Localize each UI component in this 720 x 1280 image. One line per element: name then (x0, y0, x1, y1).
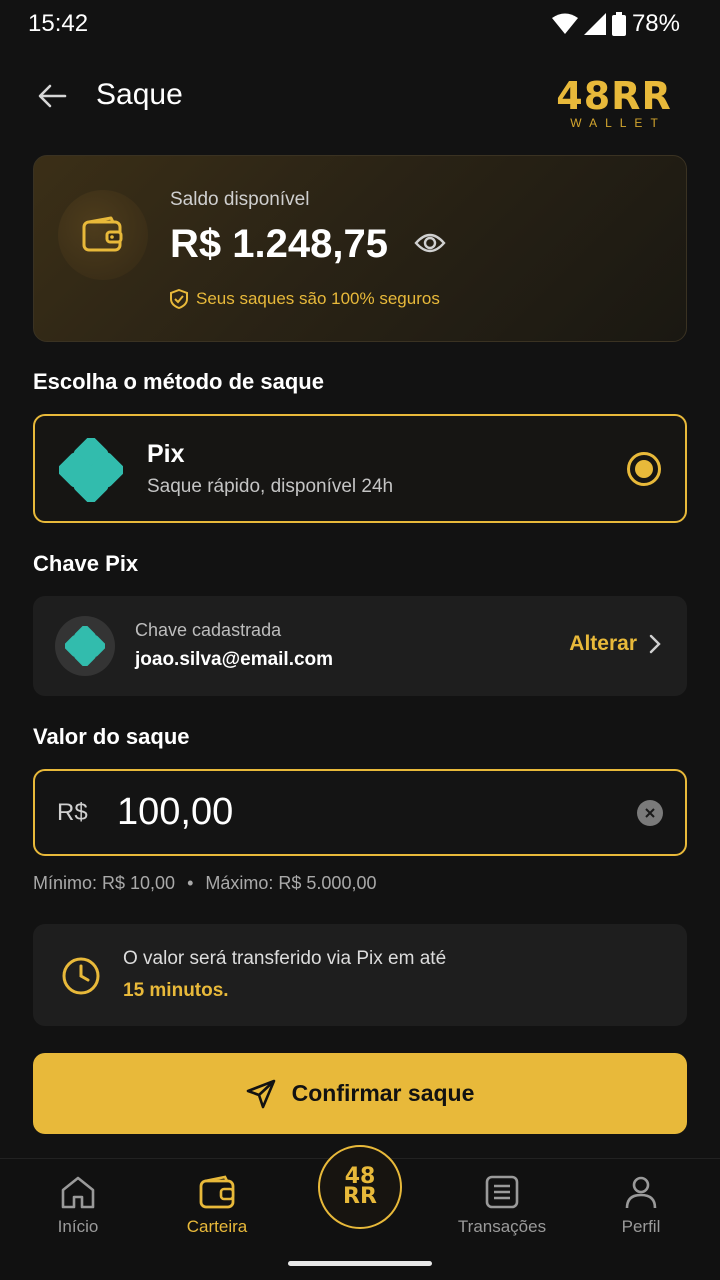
nav-item-home[interactable]: Início (18, 1175, 138, 1237)
nav-center-brand-button[interactable]: 48 RR (318, 1145, 402, 1229)
pix-logo (57, 436, 125, 507)
nav-item-profile[interactable]: Perfil (581, 1175, 701, 1237)
home-indicator[interactable] (288, 1261, 432, 1266)
method-name: Pix (147, 440, 185, 468)
user-icon (625, 1176, 657, 1209)
clock-badge (61, 956, 101, 1001)
method-radio[interactable] (627, 452, 661, 486)
currency-symbol: R$ (57, 799, 88, 826)
wallet-icon (82, 216, 123, 252)
secure-notice: Seus saques são 100% seguros (170, 289, 440, 309)
status-time: 15:42 (28, 10, 89, 37)
toggle-balance-button[interactable] (414, 232, 446, 259)
nav-label-home: Início (57, 1217, 99, 1236)
pix-key-section-title: Chave Pix (33, 551, 139, 576)
pix-key-value: joao.silva@email.com (135, 649, 334, 670)
battery-icon (611, 12, 626, 36)
eye-icon (414, 233, 446, 253)
amount-input[interactable]: R$ 100,00 (33, 769, 687, 856)
clock-icon (62, 957, 100, 995)
wifi-icon (551, 13, 578, 34)
min-limit: Mínimo: R$ 10,00 (33, 873, 176, 893)
page-title: Saque (96, 78, 183, 111)
info-highlight: 15 minutos. (123, 980, 229, 1001)
nav-item-wallet[interactable]: Carteira (157, 1175, 277, 1237)
nav-item-transactions[interactable]: Transações (442, 1175, 562, 1237)
secure-text: Seus saques são 100% seguros (196, 289, 440, 308)
pix-method-option[interactable]: Pix Saque rápido, disponível 24h (33, 414, 687, 523)
amount-limits: Mínimo: R$ 10,00 • Máximo: R$ 5.000,00 (33, 873, 376, 894)
status-indicators: 78% (551, 10, 680, 38)
change-key-label: Alterar (569, 632, 637, 655)
change-key-button[interactable]: Alterar (569, 632, 661, 656)
balance-label: Saldo disponível (170, 189, 310, 210)
list-icon (485, 1175, 519, 1209)
pix-icon (57, 436, 125, 504)
send-icon (246, 1079, 275, 1108)
signal-icon (583, 13, 606, 35)
balance-card: Saldo disponível R$ 1.248,75 Seus saques… (33, 155, 687, 342)
method-section-title: Escolha o método de saque (33, 369, 324, 394)
clear-amount-button[interactable] (637, 800, 663, 826)
nav-label-transactions: Transações (457, 1217, 547, 1236)
amount-section-title: Valor do saque (33, 724, 190, 749)
chevron-right-icon (649, 634, 661, 654)
close-icon (645, 808, 655, 818)
logo-main: 48RR (556, 74, 672, 118)
wallet-icon (199, 1175, 235, 1209)
pix-key-card[interactable]: Chave cadastrada joao.silva@email.com Al… (33, 596, 687, 696)
battery-percent: 78% (631, 10, 680, 37)
pix-icon (65, 626, 105, 666)
method-description: Saque rápido, disponível 24h (147, 476, 394, 497)
shield-check-icon (170, 289, 188, 309)
limit-separator: • (187, 873, 194, 893)
pix-key-label: Chave cadastrada (135, 620, 282, 640)
balance-value: R$ 1.248,75 (170, 222, 388, 266)
confirm-label: Confirmar saque (291, 1080, 475, 1106)
max-limit: Máximo: R$ 5.000,00 (205, 873, 377, 893)
nav-label-wallet: Carteira (186, 1217, 248, 1236)
amount-value[interactable]: 100,00 (117, 791, 233, 834)
brand-logo: 48RR WALLET (552, 74, 676, 130)
wallet-badge (58, 190, 148, 280)
nav-center-bottom: RR (343, 1184, 377, 1209)
confirm-withdraw-button[interactable]: Confirmar saque (33, 1053, 687, 1134)
radio-selected-dot (635, 460, 653, 478)
logo-sub: WALLET (570, 116, 666, 130)
home-icon (61, 1176, 95, 1209)
pix-key-avatar (55, 616, 115, 676)
transfer-info-card: O valor será transferido via Pix em até … (33, 924, 687, 1026)
arrow-left-icon (38, 84, 67, 108)
back-button[interactable] (30, 74, 74, 118)
nav-label-profile: Perfil (621, 1217, 661, 1236)
info-text: O valor será transferido via Pix em até (123, 948, 447, 969)
